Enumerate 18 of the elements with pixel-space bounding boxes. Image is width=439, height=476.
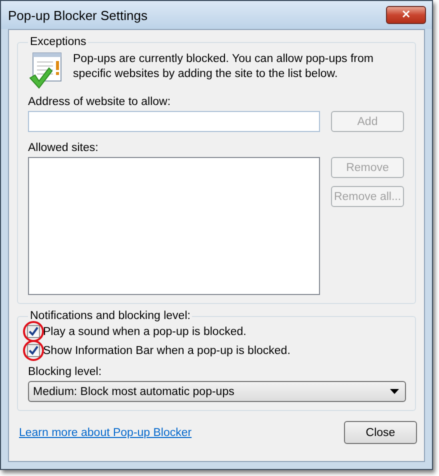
learn-more-link[interactable]: Learn more about Pop-up Blocker	[19, 426, 192, 438]
allowed-sites-label: Allowed sites:	[28, 142, 100, 154]
window-title: Pop-up Blocker Settings	[8, 8, 148, 22]
checkbox[interactable]	[27, 325, 40, 338]
info-message: Pop-ups are currently blocked. You can allow pop-ups from specific websites by adding the site to the list below.	[73, 52, 374, 82]
checkbox-label: Play a sound when a pop-up is blocked.	[43, 326, 246, 338]
checkbox[interactable]	[27, 344, 40, 357]
close-button[interactable]: ✕	[386, 6, 426, 24]
close-dialog-button[interactable]: Close	[344, 421, 417, 444]
blocking-level-dropdown[interactable]: Medium: Block most automatic pop-ups	[28, 381, 406, 402]
allowed-sites-list[interactable]	[28, 157, 320, 295]
address-label: Address of website to allow:	[28, 96, 172, 108]
checkbox-label: Show Information Bar when a pop-up is blocked.	[43, 344, 290, 356]
address-input-field[interactable]	[28, 111, 320, 132]
dropdown-arrow-icon	[390, 389, 399, 394]
group-legend: Notifications and blocking level:	[28, 310, 192, 322]
blocking-level-label: Blocking level:	[28, 366, 103, 378]
group-legend: Exceptions	[28, 36, 88, 48]
